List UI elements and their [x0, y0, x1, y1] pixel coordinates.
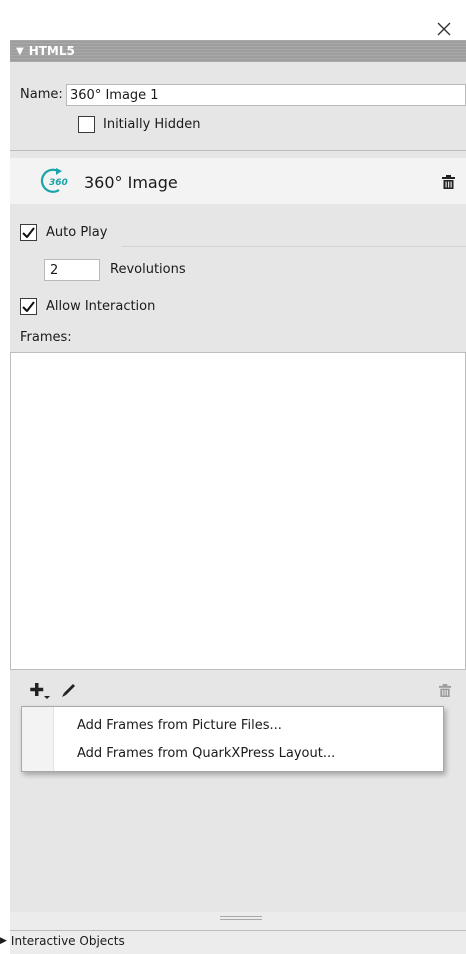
checkmark-icon: [22, 301, 35, 312]
auto-play-checkbox[interactable]: [20, 224, 37, 241]
close-button[interactable]: [431, 16, 457, 42]
footer-label: Interactive Objects: [10, 934, 125, 948]
resize-grip-icon[interactable]: [220, 919, 262, 920]
expand-triangle-icon: ▶: [0, 936, 7, 946]
delete-widget-button[interactable]: [440, 174, 456, 190]
divider: [122, 246, 466, 247]
menu-gutter: [22, 707, 54, 771]
add-frames-button[interactable]: [28, 680, 52, 702]
allow-interaction-checkbox[interactable]: [20, 298, 37, 315]
widget-title: 360° Image: [84, 173, 178, 192]
menu-item-add-from-picture-files[interactable]: Add Frames from Picture Files...: [55, 711, 443, 739]
section-header-interactive-objects[interactable]: ▶ Interactive Objects: [0, 934, 125, 948]
checkmark-icon: [22, 227, 35, 238]
plus-icon: [30, 683, 50, 699]
360-rotate-icon: 360: [34, 167, 74, 195]
widget-badge: 360: [49, 178, 68, 188]
name-label: Name:: [20, 87, 63, 102]
widget-type-bar: [10, 158, 466, 204]
auto-play-label: Auto Play: [46, 225, 108, 240]
edit-frame-button[interactable]: [58, 680, 80, 700]
section-header-html5[interactable]: ▼ HTML5: [10, 40, 466, 62]
revolutions-field[interactable]: [44, 259, 100, 281]
divider: [10, 930, 466, 931]
section-title: HTML5: [28, 44, 75, 58]
trash-icon: [441, 175, 455, 189]
revolutions-label: Revolutions: [110, 262, 186, 277]
trash-icon: [439, 683, 451, 697]
close-icon: [437, 22, 451, 36]
divider: [10, 150, 466, 151]
name-field[interactable]: [66, 84, 466, 106]
delete-frame-button[interactable]: [437, 682, 453, 698]
allow-interaction-label: Allow Interaction: [46, 299, 156, 314]
add-frames-menu: Add Frames from Picture Files... Add Fra…: [21, 706, 444, 772]
resize-grip-icon[interactable]: [220, 916, 262, 917]
collapse-triangle-icon: ▼: [16, 45, 24, 57]
menu-item-add-from-quarkxpress-layout[interactable]: Add Frames from QuarkXPress Layout...: [55, 739, 443, 767]
initially-hidden-checkbox[interactable]: [78, 116, 95, 133]
pencil-icon: [62, 684, 75, 697]
initially-hidden-label: Initially Hidden: [103, 117, 201, 132]
frames-list[interactable]: [10, 352, 466, 670]
frames-label: Frames:: [20, 330, 72, 345]
